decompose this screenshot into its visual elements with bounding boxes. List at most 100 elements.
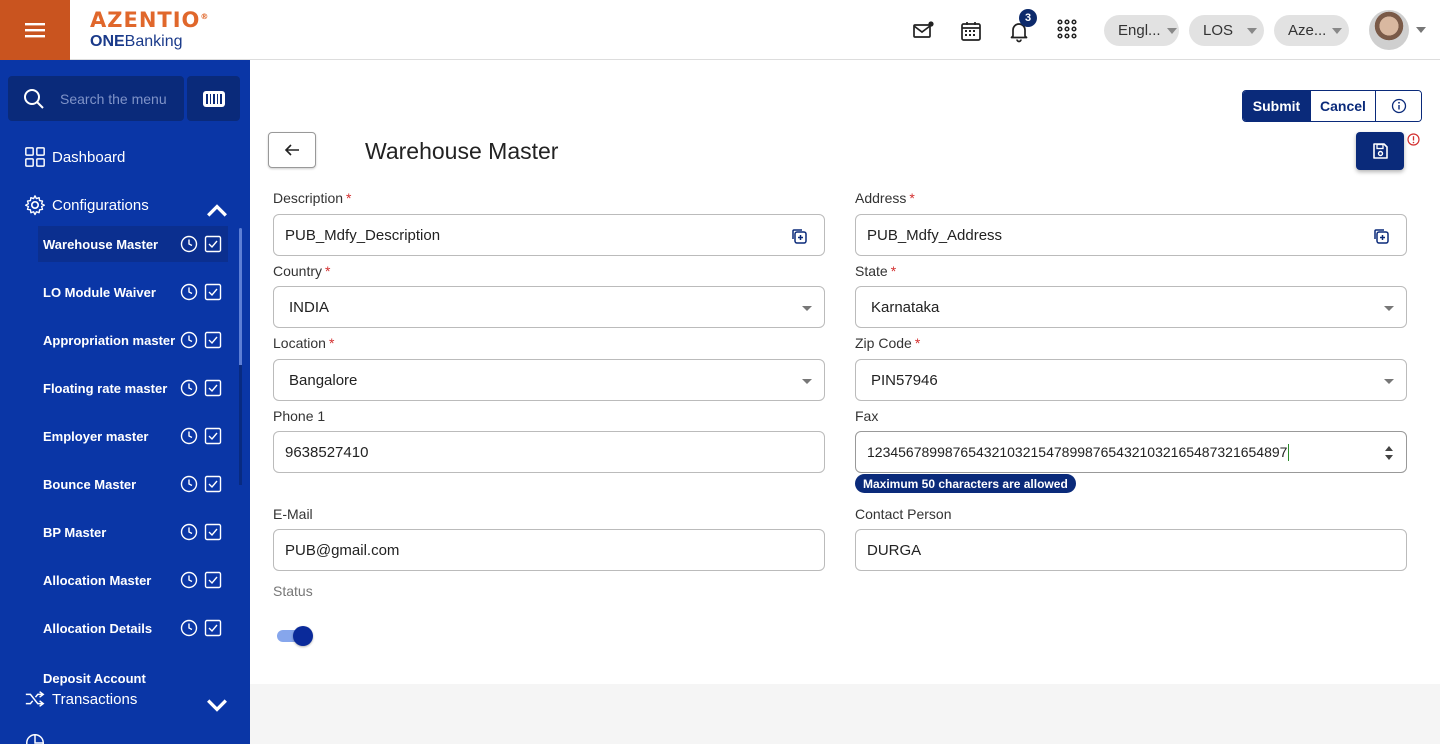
checkbox-icon[interactable] <box>204 475 222 493</box>
country-value: INDIA <box>289 298 330 316</box>
nav-dashboard[interactable]: Dashboard <box>24 146 125 168</box>
history-icon[interactable] <box>180 523 198 541</box>
sidebar-item-bounce-master[interactable]: Bounce Master <box>38 466 228 502</box>
address-value: PUB_Mdfy_Address <box>867 226 1003 244</box>
back-button[interactable] <box>268 132 316 168</box>
pie-chart-icon <box>26 734 44 744</box>
user-avatar[interactable] <box>1369 10 1409 50</box>
dropdown-arrow-icon <box>1384 379 1394 384</box>
country-select[interactable]: INDIA <box>273 286 825 328</box>
sidebar-item-allocation-master[interactable]: Allocation Master <box>38 562 228 598</box>
sidebar-item-bp-master[interactable]: BP Master <box>38 514 228 550</box>
sidebar-item-floating-rate-master[interactable]: Floating rate master <box>38 370 228 406</box>
description-label: Description * <box>273 190 351 206</box>
azentio-logo: AZENTIO® ONEBanking <box>90 8 209 51</box>
add-copy-icon[interactable] <box>790 227 808 245</box>
history-icon[interactable] <box>180 571 198 589</box>
entity-value: Aze... <box>1288 22 1327 39</box>
chevron-up-icon <box>207 204 227 217</box>
fax-value: 1234567899876543210321547899876543210321… <box>867 444 1288 460</box>
text-cursor <box>1288 443 1290 461</box>
checkbox-icon[interactable] <box>204 283 222 301</box>
address-label: Address * <box>855 190 915 206</box>
calendar-button[interactable] <box>957 17 985 45</box>
status-toggle[interactable] <box>277 626 313 646</box>
nav-reports-partial[interactable] <box>24 732 52 744</box>
add-copy-icon[interactable] <box>1372 227 1390 245</box>
state-select[interactable]: Karnataka <box>855 286 1407 328</box>
sidebar-item-warehouse-master[interactable]: Warehouse Master <box>38 226 228 262</box>
country-label-text: Country <box>273 263 323 279</box>
checkbox-icon[interactable] <box>204 379 222 397</box>
menu-toggle-button[interactable] <box>0 0 70 60</box>
cancel-button[interactable]: Cancel <box>1310 91 1375 121</box>
description-value: PUB_Mdfy_Description <box>285 226 441 244</box>
barcode-button[interactable] <box>187 76 240 121</box>
chevron-down-icon <box>1247 27 1258 34</box>
history-icon[interactable] <box>180 379 198 397</box>
sidebar-item-label: Deposit Account <box>43 671 146 686</box>
language-value: Engl... <box>1118 22 1161 39</box>
toggle-knob <box>293 626 313 646</box>
module-select[interactable]: LOS <box>1189 15 1264 46</box>
sidebar-item-lo-module-waiver[interactable]: LO Module Waiver <box>38 274 228 310</box>
history-icon[interactable] <box>180 235 198 253</box>
email-label: E-Mail <box>273 506 313 522</box>
chevron-down-icon <box>207 699 227 712</box>
search-icon <box>24 88 44 109</box>
contact-person-input[interactable]: DURGA <box>855 529 1407 571</box>
product-name-bold: ONE <box>90 33 125 50</box>
phone1-input[interactable]: 9638527410 <box>273 431 825 473</box>
history-icon[interactable] <box>180 283 198 301</box>
history-icon[interactable] <box>180 619 198 637</box>
address-field[interactable]: PUB_Mdfy_Address <box>855 214 1407 256</box>
description-field[interactable]: PUB_Mdfy_Description <box>273 214 825 256</box>
checkbox-icon[interactable] <box>204 235 222 253</box>
submit-button[interactable]: Submit <box>1243 91 1310 121</box>
form-action-group: Submit Cancel <box>1242 90 1422 122</box>
save-button[interactable] <box>1356 132 1404 170</box>
checkbox-icon[interactable] <box>204 523 222 541</box>
sidebar-item-allocation-details[interactable]: Allocation Details <box>38 610 228 646</box>
zip-code-value: PIN57946 <box>871 371 938 389</box>
sidebar-item-employer-master[interactable]: Employer master <box>38 418 228 454</box>
profile-chevron-down-icon[interactable] <box>1416 27 1426 33</box>
dropdown-arrow-icon <box>802 379 812 384</box>
apps-button[interactable] <box>1053 15 1081 43</box>
entity-select[interactable]: Aze... <box>1274 15 1349 46</box>
location-value: Bangalore <box>289 371 358 389</box>
top-bar: AZENTIO® ONEBanking 3 Engl... LOS Aze... <box>0 0 1440 60</box>
country-label: Country * <box>273 263 330 279</box>
email-input[interactable]: PUB@gmail.com <box>273 529 825 571</box>
location-select[interactable]: Bangalore <box>273 359 825 401</box>
menu-search-input[interactable] <box>60 90 180 107</box>
zip-code-select[interactable]: PIN57946 <box>855 359 1407 401</box>
sidebar-scrollbar-thumb[interactable] <box>239 365 242 485</box>
nav-configurations[interactable]: Configurations <box>24 194 234 217</box>
warning-icon <box>1407 133 1420 146</box>
state-label: State * <box>855 263 896 279</box>
sidebar-item-deposit-account[interactable]: Deposit Account <box>38 654 228 686</box>
nav-configurations-label: Configurations <box>52 196 149 214</box>
info-button[interactable] <box>1375 91 1421 121</box>
history-icon[interactable] <box>180 427 198 445</box>
notifications-button[interactable]: 3 <box>1005 9 1037 45</box>
checkbox-icon[interactable] <box>204 619 222 637</box>
mail-button[interactable] <box>909 17 937 45</box>
required-marker: * <box>914 335 921 351</box>
contact-person-label: Contact Person <box>855 506 952 522</box>
checkbox-icon[interactable] <box>204 427 222 445</box>
sidebar-scrollbar[interactable] <box>239 228 242 368</box>
history-icon[interactable] <box>180 475 198 493</box>
checkbox-icon[interactable] <box>204 571 222 589</box>
nav-transactions-label: Transactions <box>52 690 138 708</box>
checkbox-icon[interactable] <box>204 331 222 349</box>
history-icon[interactable] <box>180 331 198 349</box>
number-spinner-icon[interactable] <box>1384 443 1394 463</box>
dashboard-icon <box>25 147 45 167</box>
nav-transactions[interactable]: Transactions <box>24 688 234 712</box>
sidebar-item-appropriation-master[interactable]: Appropriation master <box>38 322 228 358</box>
language-select[interactable]: Engl... <box>1104 15 1179 46</box>
contact-person-value: DURGA <box>867 541 922 559</box>
fax-input[interactable]: 1234567899876543210321547899876543210321… <box>855 431 1407 473</box>
